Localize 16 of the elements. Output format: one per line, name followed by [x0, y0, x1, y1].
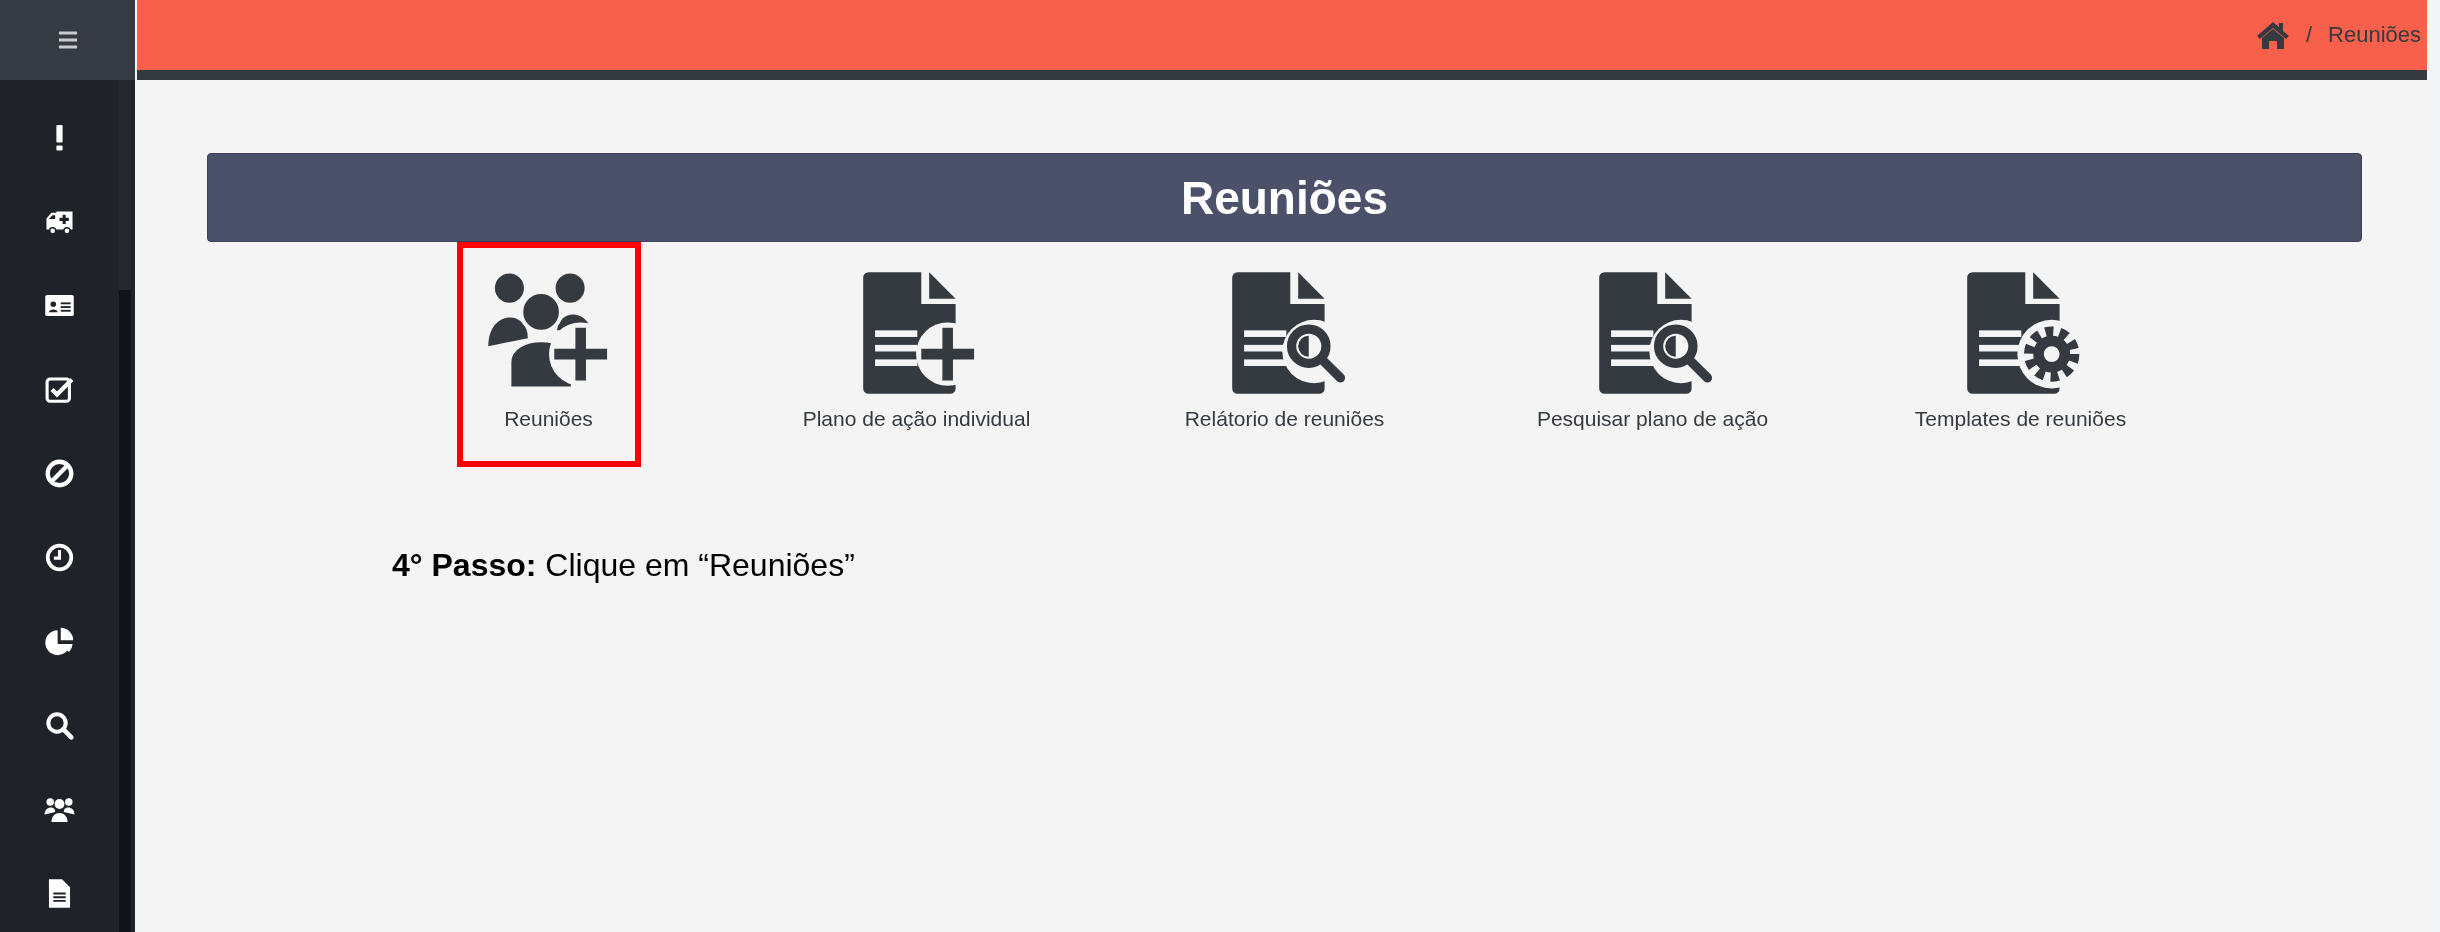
- scrollbar[interactable]: [119, 80, 131, 932]
- breadcrumb-current: Reuniões: [2328, 22, 2421, 48]
- module-link[interactable]: Relátorio de reuniões: [1184, 267, 1385, 431]
- module-link[interactable]: Reuniões: [482, 267, 615, 431]
- instruction-text: 4° Passo: Clique em “Reuniões”: [392, 547, 856, 584]
- module-link[interactable]: Templates de reuniões: [1914, 267, 2127, 431]
- ban-icon[interactable]: [44, 458, 75, 489]
- checkbox-icon[interactable]: [44, 374, 75, 405]
- module-link[interactable]: Plano de ação individual: [802, 267, 1031, 431]
- page-title: Reuniões: [1180, 170, 1388, 225]
- module-link[interactable]: Pesquisar plano de ação: [1536, 267, 1769, 431]
- pie-chart-icon[interactable]: [44, 626, 75, 657]
- search-icon[interactable]: [44, 710, 75, 741]
- breadcrumb-separator: /: [2305, 22, 2313, 48]
- clock-icon[interactable]: [44, 542, 75, 573]
- home-icon[interactable]: [2255, 20, 2290, 50]
